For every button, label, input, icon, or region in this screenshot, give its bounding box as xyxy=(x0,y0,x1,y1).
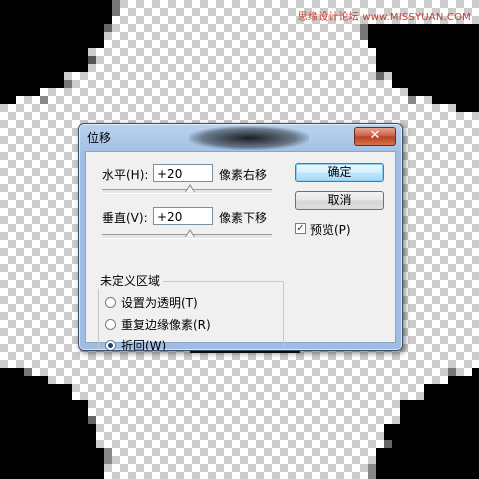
radio-set-transparent-label: 设置为透明(T) xyxy=(121,296,198,310)
radio-repeat-edge-pixels[interactable] xyxy=(105,319,116,330)
vertical-label: 垂直(V): xyxy=(102,211,148,225)
black-corner-shape-bottom-right xyxy=(368,368,479,479)
radio-set-transparent[interactable] xyxy=(105,297,116,308)
preview-label: 预览(P) xyxy=(310,223,351,237)
close-button[interactable]: ✕ xyxy=(354,127,396,146)
black-corner-shape-top-left xyxy=(0,0,120,104)
cancel-button[interactable]: 取消 xyxy=(295,191,384,210)
watermark-text: 思缘设计论坛 www.MISSYUAN.COM xyxy=(297,12,471,23)
dialog-titlebar[interactable]: 位移 ✕ xyxy=(79,124,402,150)
offset-dialog: 位移 ✕ 水平(H): +20 像素右移 垂直(V): +20 像素下移 确定 … xyxy=(78,123,403,351)
dialog-title: 位移 xyxy=(87,131,112,145)
vertical-input[interactable]: +20 xyxy=(153,207,213,225)
horizontal-slider-thumb[interactable] xyxy=(185,184,196,192)
dialog-content: 水平(H): +20 像素右移 垂直(V): +20 像素下移 确定 取消 ✓ … xyxy=(85,151,396,350)
preview-checkbox[interactable]: ✓ xyxy=(295,223,306,234)
vertical-unit: 像素下移 xyxy=(219,211,268,225)
close-icon: ✕ xyxy=(369,128,381,143)
radio-wrap-around[interactable] xyxy=(105,340,116,350)
vertical-slider-thumb[interactable] xyxy=(185,229,196,237)
radio-repeat-edge-pixels-label: 重复边缘像素(R) xyxy=(121,318,211,332)
undefined-area-title: 未定义区域 xyxy=(97,272,164,289)
horizontal-unit: 像素右移 xyxy=(219,168,268,182)
radio-wrap-around-label: 折回(W) xyxy=(121,339,167,351)
horizontal-input[interactable]: +20 xyxy=(153,164,213,182)
black-corner-shape-bottom-left xyxy=(0,368,112,479)
titlebar-shadow-shape xyxy=(189,126,309,150)
ok-button[interactable]: 确定 xyxy=(295,163,384,182)
black-corner-shape-top-right xyxy=(360,24,479,112)
horizontal-label: 水平(H): xyxy=(102,168,149,182)
checkmark-icon: ✓ xyxy=(296,223,305,234)
